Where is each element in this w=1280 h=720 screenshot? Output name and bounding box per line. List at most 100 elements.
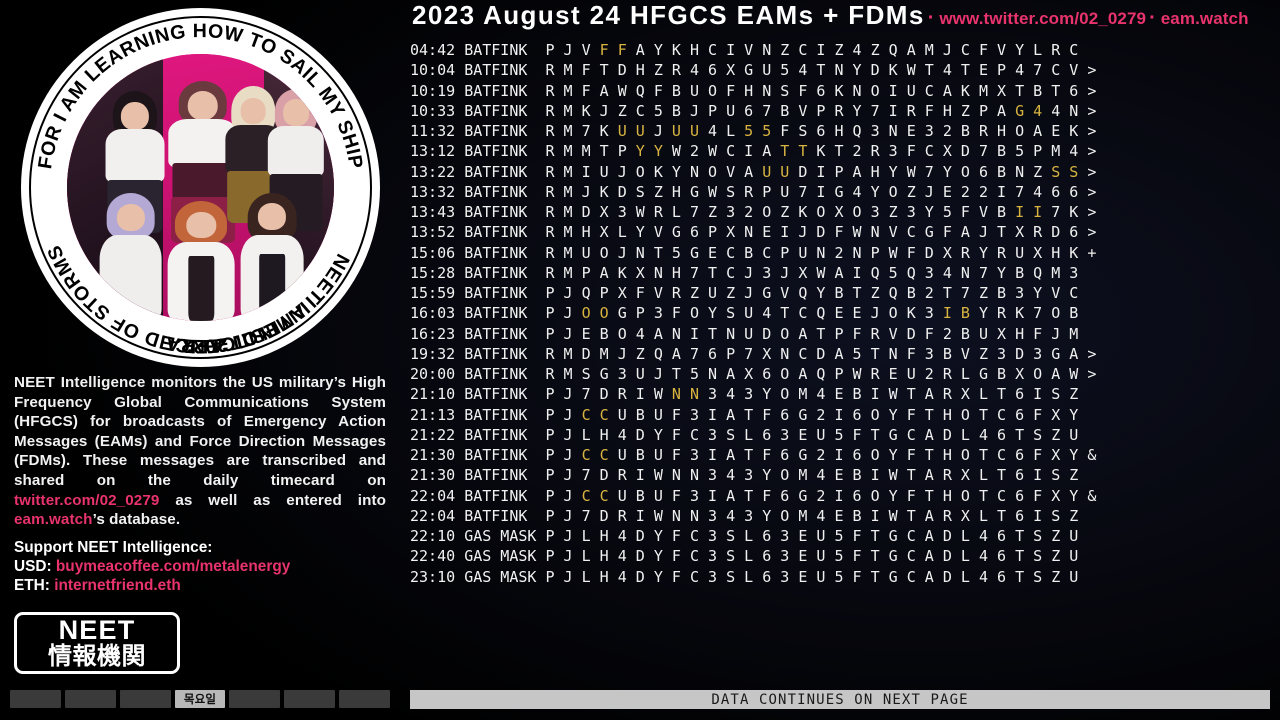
twitter-link[interactable]: twitter.com/02_0279	[14, 492, 159, 509]
message-char: N	[671, 506, 690, 525]
message-char: P	[780, 243, 799, 262]
message-time: 16:03	[410, 304, 465, 323]
message-char: 6	[1069, 182, 1088, 201]
eamwatch-link[interactable]: eam.watch	[14, 511, 93, 528]
message-char: G	[671, 223, 690, 242]
message-char: U	[1069, 547, 1088, 566]
message-char: R	[870, 324, 889, 343]
message-char: B	[671, 81, 690, 100]
message-char: X	[1051, 486, 1070, 505]
message-time: 22:04	[410, 506, 465, 525]
message-char: X	[1051, 446, 1070, 464]
table-row: 22:04 BATFINK P J C C U B U F 3 I A T F …	[410, 486, 1280, 506]
message-char: G	[762, 284, 781, 302]
weekday-segment-4	[229, 690, 281, 708]
buymeacoffee-link[interactable]: buymeacoffee.com/metalenergy	[56, 558, 290, 575]
neet-logo-latin: NEET	[58, 615, 136, 645]
main-content: 2023 August 24 HFGCS EAMs + FDMs · www.t…	[400, 0, 1280, 720]
message-char: 3	[653, 304, 672, 323]
message-char: A	[726, 365, 745, 383]
message-char: Q	[653, 344, 672, 363]
message-char: D	[870, 61, 889, 80]
message-char: I	[689, 324, 709, 343]
message-char: M	[563, 182, 582, 201]
message-char: 2	[942, 122, 961, 140]
table-row: 21:13 BATFINK P J C C U B U F 3 I A T F …	[410, 405, 1280, 425]
message-char: O	[780, 385, 799, 404]
message-char: 5	[671, 243, 690, 262]
message-char: Y	[708, 304, 727, 323]
message-char: N	[1069, 101, 1088, 120]
message-char: Y	[635, 223, 654, 242]
message-char: M	[798, 385, 817, 404]
message-char: J	[978, 223, 998, 242]
message-char: X	[1015, 223, 1034, 242]
message-char: O	[870, 446, 889, 464]
message-char: T	[834, 142, 853, 161]
message-char: F	[924, 324, 943, 343]
message-char: B	[671, 101, 690, 120]
message-char: P	[545, 284, 564, 302]
message-char: P	[834, 365, 853, 383]
message-char: F	[762, 486, 781, 505]
message-char: J	[689, 101, 709, 120]
message-char: 7	[689, 344, 709, 363]
message-char: O	[870, 81, 889, 100]
message-char: M	[798, 466, 817, 485]
message-char: H	[581, 223, 600, 242]
message-char: R	[834, 101, 853, 120]
message-char-highlighted: Y	[635, 142, 654, 161]
message-char: N	[1015, 162, 1034, 181]
message-char: F	[635, 284, 654, 302]
header-eamwatch-link[interactable]: eam.watch	[1161, 9, 1249, 29]
message-char: V	[888, 324, 907, 343]
message-char: 3	[689, 486, 709, 505]
message-char: N	[689, 466, 709, 485]
message-char: K	[1069, 122, 1088, 140]
message-char: T	[924, 446, 943, 464]
message-char: Q	[870, 263, 889, 282]
message-char: H	[599, 567, 618, 586]
message-char: 3	[617, 365, 636, 383]
support-usd-row: USD: buymeacoffee.com/metalenergy	[14, 557, 386, 576]
message-char: 7	[1051, 203, 1070, 221]
usd-label: USD:	[14, 557, 52, 575]
message-char: Q	[816, 365, 835, 383]
message-char: K	[960, 81, 979, 100]
message-time: 13:22	[410, 162, 465, 181]
message-char: 6	[997, 527, 1016, 545]
table-row: 11:32 BATFINK R M 7 K U U J U U 4 L 5 5 …	[410, 121, 1280, 141]
message-char: Y	[653, 527, 672, 545]
header-twitter-link[interactable]: www.twitter.com/02_0279	[939, 9, 1146, 29]
message-char: Z	[653, 61, 672, 80]
message-char: J	[563, 446, 582, 464]
message-callsign: BATFINK	[464, 122, 546, 140]
message-char: K	[906, 304, 925, 323]
message-char: M	[1051, 263, 1070, 282]
message-char: D	[960, 142, 979, 161]
message-char: C	[762, 243, 781, 262]
message-char: A	[852, 162, 871, 181]
neet-logo-badge: NEET 情報機関	[14, 612, 180, 674]
message-char: 7	[798, 182, 817, 201]
message-char: 2	[834, 243, 853, 262]
message-char: Y	[888, 405, 907, 424]
message-char: U	[762, 61, 781, 80]
message-char: N	[671, 466, 690, 485]
message-char: 4	[617, 547, 636, 566]
description-text-part-2: as well as entered into	[159, 491, 386, 509]
message-char: A	[924, 385, 943, 404]
message-char-highlighted: T	[780, 142, 799, 161]
message-char: I	[1033, 385, 1052, 404]
message-char: A	[653, 324, 672, 343]
eth-address[interactable]: internetfriend.eth	[54, 577, 181, 594]
message-char: 4	[617, 567, 636, 586]
message-char: T	[978, 446, 998, 464]
message-tail-marker: >	[1087, 61, 1097, 80]
message-char: H	[635, 61, 654, 80]
message-char: 4	[1051, 101, 1070, 120]
message-char: Y	[671, 162, 690, 181]
message-char: R	[997, 304, 1016, 323]
message-char: E	[798, 567, 817, 586]
message-char: F	[581, 81, 600, 100]
